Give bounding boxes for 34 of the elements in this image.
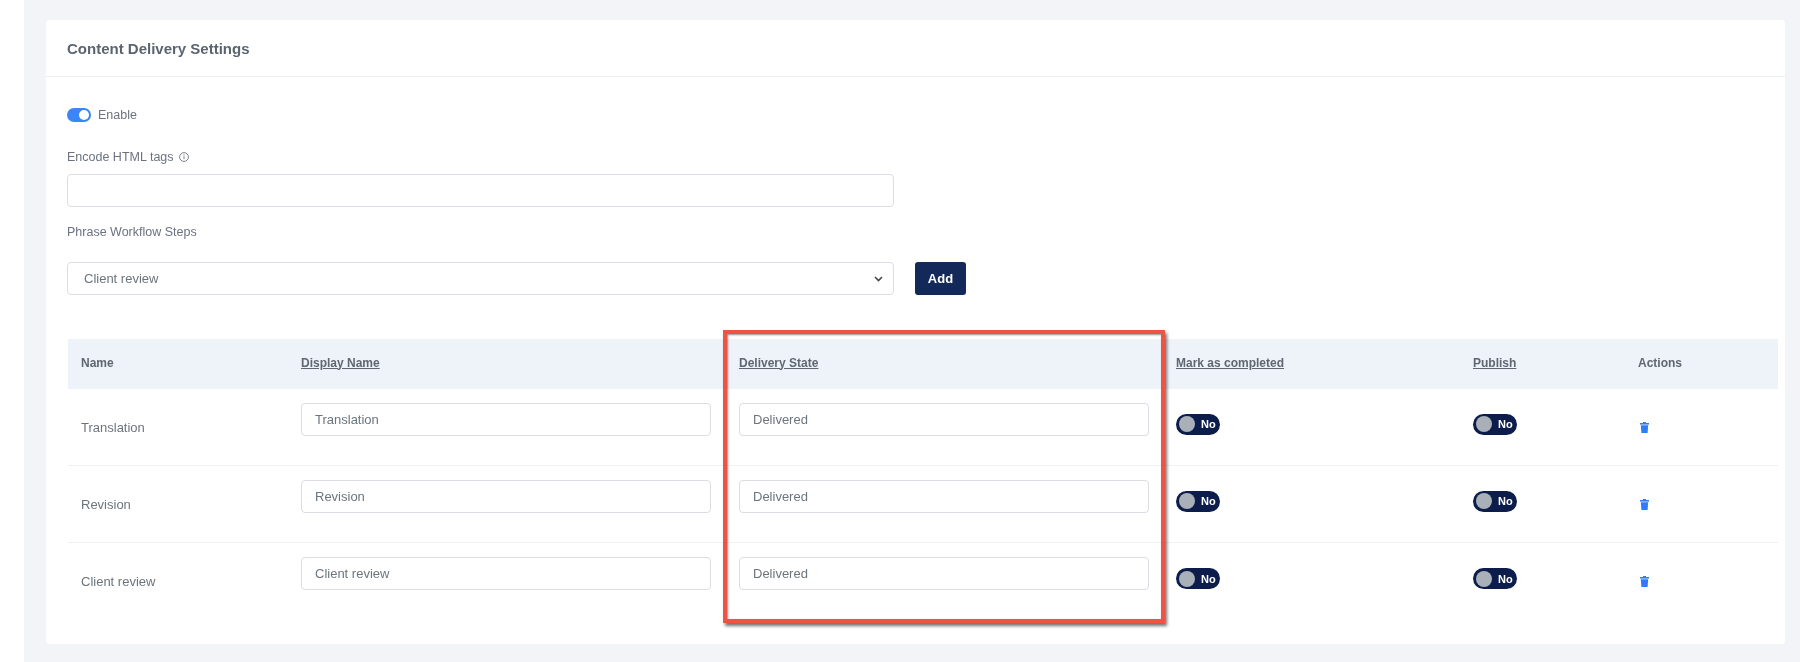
column-header[interactable]: Mark as completed (1163, 339, 1460, 389)
display-name-field[interactable]: Revision (301, 480, 711, 513)
display-name-field[interactable]: Client review (301, 557, 711, 590)
table-cell: Client review (81, 574, 156, 589)
delivery-state-field[interactable]: Delivered (739, 557, 1149, 590)
column-header[interactable]: Delivery State (726, 339, 1163, 389)
workflow-step-select[interactable]: Client review (67, 262, 894, 295)
publish-toggle[interactable]: No (1473, 490, 1517, 512)
chevron-down-icon (874, 275, 883, 282)
delivery-state-field[interactable]: Delivered (739, 480, 1149, 513)
mark-completed-toggle[interactable]: No (1176, 568, 1220, 589)
info-icon (178, 152, 189, 162)
encode-html-tags-field[interactable] (67, 174, 894, 207)
enable-toggle[interactable] (67, 108, 91, 122)
delivery-state-field[interactable]: Delivered (739, 403, 1149, 436)
mark-completed-toggle[interactable]: No (1176, 490, 1220, 512)
column-header: Actions (1625, 339, 1778, 389)
mark-completed-toggle[interactable]: No (1176, 413, 1220, 435)
field-label: Phrase Workflow Steps (67, 224, 197, 240)
card-title: Content Delivery Settings (67, 39, 250, 57)
column-header: Name (68, 339, 288, 389)
display-name-field[interactable]: Translation (301, 403, 711, 436)
table-cell: Translation (81, 419, 145, 435)
trash-icon[interactable] (1640, 576, 1649, 587)
trash-icon[interactable] (1640, 498, 1649, 510)
column-header[interactable]: Publish (1460, 339, 1625, 389)
publish-toggle[interactable]: No (1473, 413, 1517, 435)
field-label: Encode HTML tags (67, 149, 174, 165)
table-cell: Revision (81, 496, 131, 512)
enable-label: Enable (98, 107, 137, 123)
column-header[interactable]: Display Name (288, 339, 726, 389)
publish-toggle[interactable]: No (1473, 568, 1517, 589)
add-button[interactable]: Add (915, 262, 966, 295)
trash-icon[interactable] (1640, 421, 1649, 433)
